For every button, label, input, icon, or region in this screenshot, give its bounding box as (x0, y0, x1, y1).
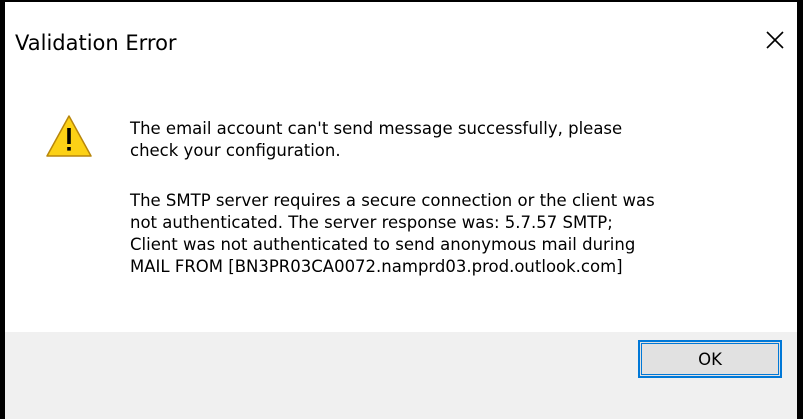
dialog-title: Validation Error (15, 31, 177, 55)
dialog-content: The email account can't send message suc… (5, 82, 797, 332)
validation-error-dialog: Validation Error The email account can't… (0, 0, 803, 419)
close-button[interactable] (753, 20, 797, 60)
message-summary: The email account can't send message suc… (130, 118, 780, 162)
dialog-footer: OK (5, 332, 797, 419)
warning-icon (46, 115, 92, 157)
message-detail-line-1: The SMTP server requires a secure connec… (130, 191, 655, 210)
close-icon (766, 31, 784, 49)
message-detail: The SMTP server requires a secure connec… (130, 190, 780, 278)
ok-button[interactable]: OK (638, 340, 782, 378)
message-summary-line-2: check your configuration. (130, 141, 341, 160)
error-message: The email account can't send message suc… (130, 118, 780, 278)
title-bar: Validation Error (5, 2, 797, 82)
message-detail-line-4: MAIL FROM [BN3PR03CA0072.namprd03.prod.o… (130, 257, 623, 276)
message-summary-line-1: The email account can't send message suc… (130, 119, 623, 138)
message-detail-line-3: Client was not authenticated to send ano… (130, 235, 636, 254)
message-detail-line-2: not authenticated. The server response w… (130, 213, 613, 232)
